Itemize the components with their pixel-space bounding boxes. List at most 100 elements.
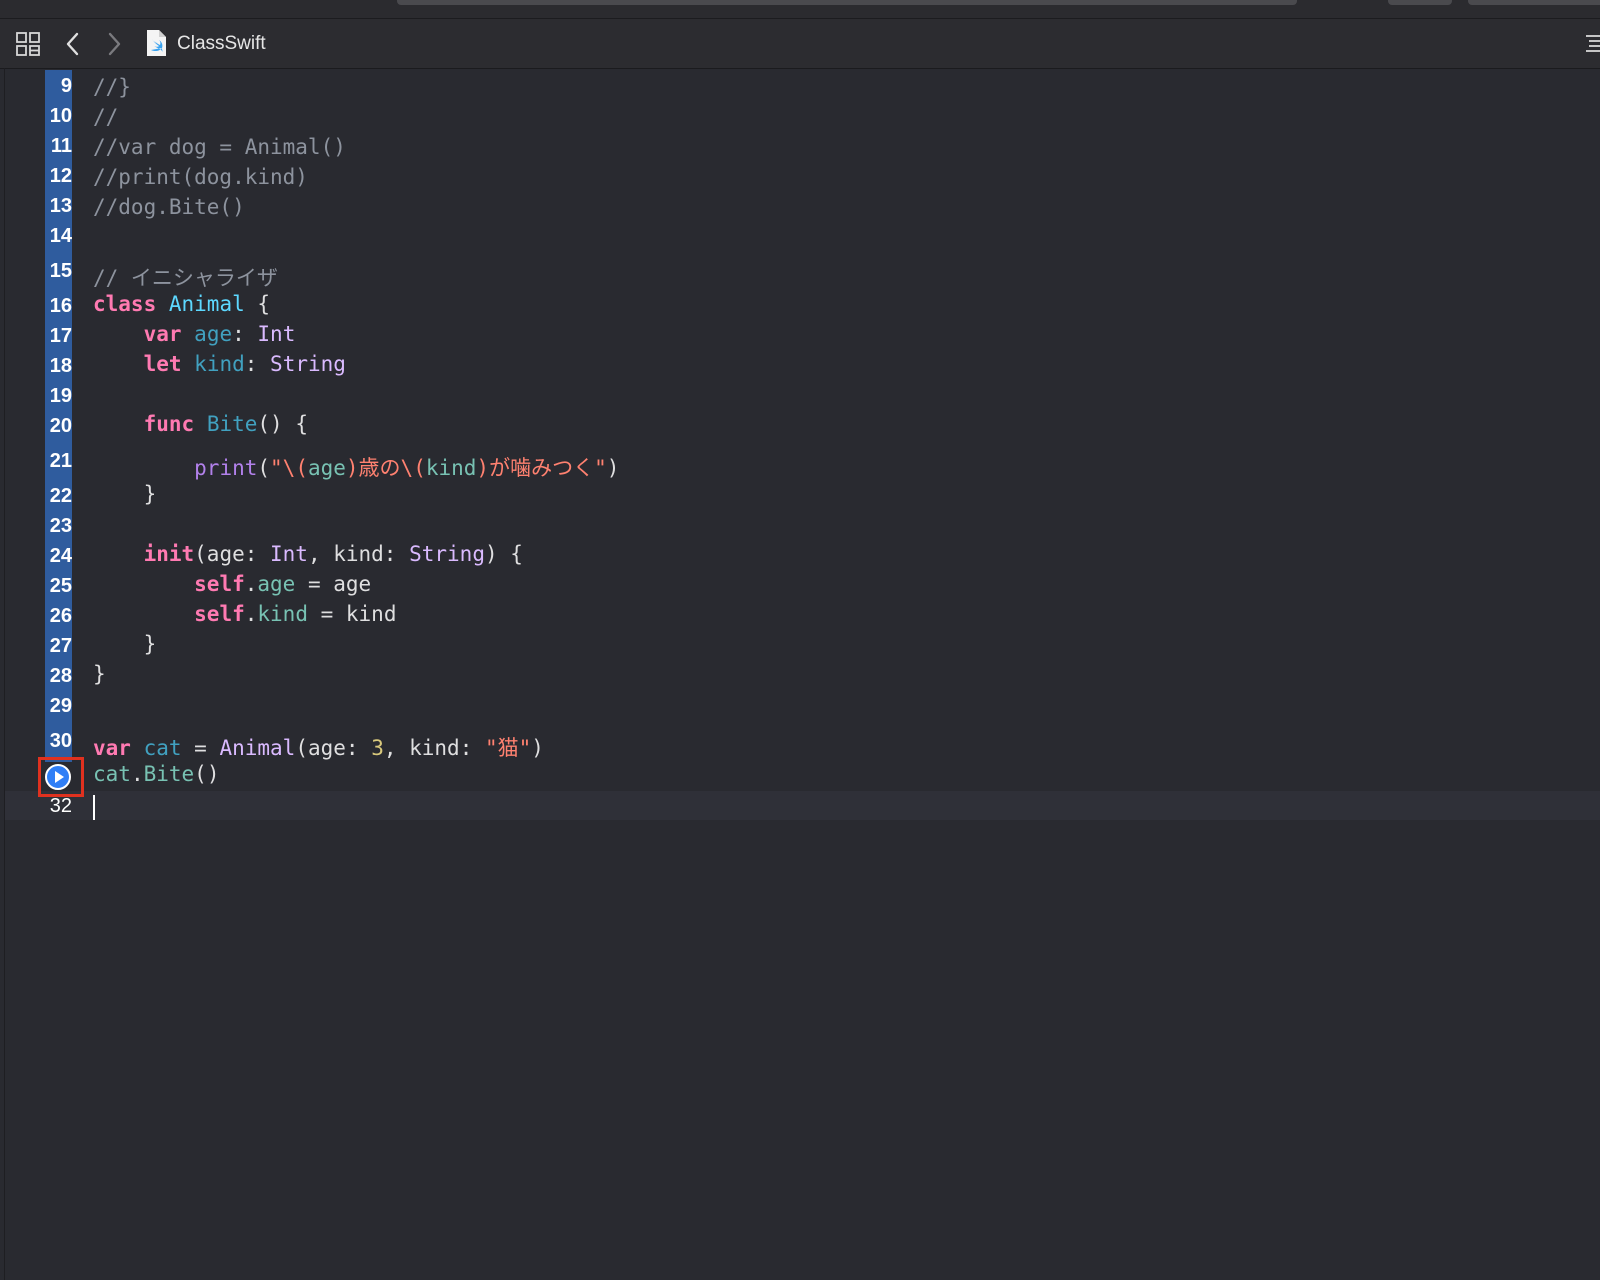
token: "猫" (485, 736, 532, 760)
line-number: 27 (49, 635, 72, 657)
token: )歳の\( (345, 456, 426, 480)
toolbar-button[interactable] (1468, 0, 1600, 5)
token: )が噛みつく" (476, 456, 607, 480)
token: . (244, 602, 258, 626)
line-number: 20 (49, 415, 72, 437)
token: { (244, 292, 271, 316)
line-number: 11 (50, 135, 72, 157)
code-line[interactable]: var cat = Animal(age: 3, kind: "猫") (93, 732, 544, 762)
token: age (194, 322, 233, 346)
token: ) { (484, 542, 523, 566)
code-line[interactable]: } (93, 632, 157, 656)
line-number: 9 (60, 75, 72, 97)
file-name[interactable]: ClassSwift (177, 33, 266, 55)
code-line[interactable]: //print(dog.kind) (93, 165, 308, 189)
code-line[interactable]: } (93, 482, 157, 506)
code-line[interactable]: // (93, 105, 118, 129)
current-line-highlight (5, 791, 1600, 820)
token: Int (270, 542, 308, 566)
token: , kind: (307, 542, 410, 566)
token: Bite (143, 762, 195, 786)
code-line[interactable]: } (93, 662, 106, 686)
token: var (93, 736, 131, 760)
token: } (143, 632, 157, 656)
text-cursor (93, 795, 95, 820)
token: = (181, 736, 220, 760)
line-number: 24 (49, 545, 72, 567)
line-number: 21 (49, 450, 72, 472)
grid-icon[interactable] (15, 31, 41, 57)
line-number: 30 (49, 730, 72, 752)
code-line[interactable]: //dog.Bite() (93, 195, 245, 219)
token: let (143, 352, 182, 376)
line-number: 29 (49, 695, 72, 717)
token: () (194, 762, 220, 786)
xcode-playground-window: ClassSwift 9 10 11 12 13 14 15 16 17 18 … (0, 0, 1600, 1280)
jump-bar: ClassSwift (0, 19, 1600, 69)
line-number: 10 (49, 105, 72, 127)
token: . (244, 572, 258, 596)
line-number: 15 (49, 260, 72, 282)
token: Int (257, 322, 296, 346)
token: ( (257, 456, 271, 480)
token: cat (143, 736, 182, 760)
token: Bite (206, 412, 258, 436)
token: age (307, 456, 346, 480)
token: Animal (168, 292, 245, 316)
token: init (143, 542, 195, 566)
token: : (244, 352, 271, 376)
line-number: 22 (49, 485, 72, 507)
token: kind (257, 602, 308, 626)
token: age (257, 572, 296, 596)
token: Animal (219, 736, 296, 760)
code-line[interactable]: cat.Bite() (93, 762, 219, 786)
line-number: 17 (49, 325, 72, 347)
token: (age: (194, 542, 271, 566)
line-number: 18 (49, 355, 72, 377)
token: String (409, 542, 485, 566)
token: = age (295, 572, 372, 596)
line-number: 12 (49, 165, 72, 187)
run-play-icon[interactable] (44, 763, 72, 791)
token: self (194, 602, 245, 626)
line-number: 16 (49, 295, 72, 317)
code-line[interactable]: //} (93, 75, 131, 99)
code-line[interactable]: //var dog = Animal() (93, 135, 346, 159)
token: self (194, 572, 245, 596)
token: String (270, 352, 346, 376)
toolbar-button[interactable] (1388, 0, 1452, 5)
token: func (143, 412, 195, 436)
code-line[interactable]: var age: Int (93, 322, 296, 346)
forward-arrow-icon[interactable] (103, 30, 125, 58)
swift-file-icon (147, 30, 166, 56)
token: } (143, 482, 157, 506)
token: ) (606, 456, 620, 480)
token: var (143, 322, 182, 346)
code-line[interactable]: print("\(age)歳の\(kind)が噛みつく") (93, 452, 619, 482)
line-number: 32 (49, 795, 72, 817)
code-line[interactable]: // イニシャライザ (93, 262, 278, 292)
window-edge (4, 68, 5, 1280)
token: (age: (295, 736, 372, 760)
token: ) (531, 736, 544, 760)
code-line[interactable]: func Bite() { (93, 412, 308, 436)
token: = kind (307, 602, 397, 626)
token: : (232, 322, 258, 346)
code-line[interactable]: let kind: String (93, 352, 346, 376)
line-number: 28 (49, 665, 72, 687)
line-number: 13 (49, 195, 72, 217)
line-number: 26 (49, 605, 72, 627)
code-line[interactable]: self.age = age (93, 572, 371, 596)
line-number: 23 (49, 515, 72, 537)
token: kind (425, 456, 477, 480)
menu-icon[interactable] (1583, 31, 1600, 57)
token: print (194, 456, 258, 480)
token: 3 (371, 736, 384, 760)
code-line[interactable]: init(age: Int, kind: String) { (93, 542, 523, 566)
token: cat (93, 762, 131, 786)
back-arrow-icon[interactable] (62, 30, 84, 58)
token: kind (194, 352, 245, 376)
line-number: 19 (49, 385, 72, 407)
code-line[interactable]: self.kind = kind (93, 602, 396, 626)
code-line[interactable]: class Animal { (93, 292, 270, 316)
